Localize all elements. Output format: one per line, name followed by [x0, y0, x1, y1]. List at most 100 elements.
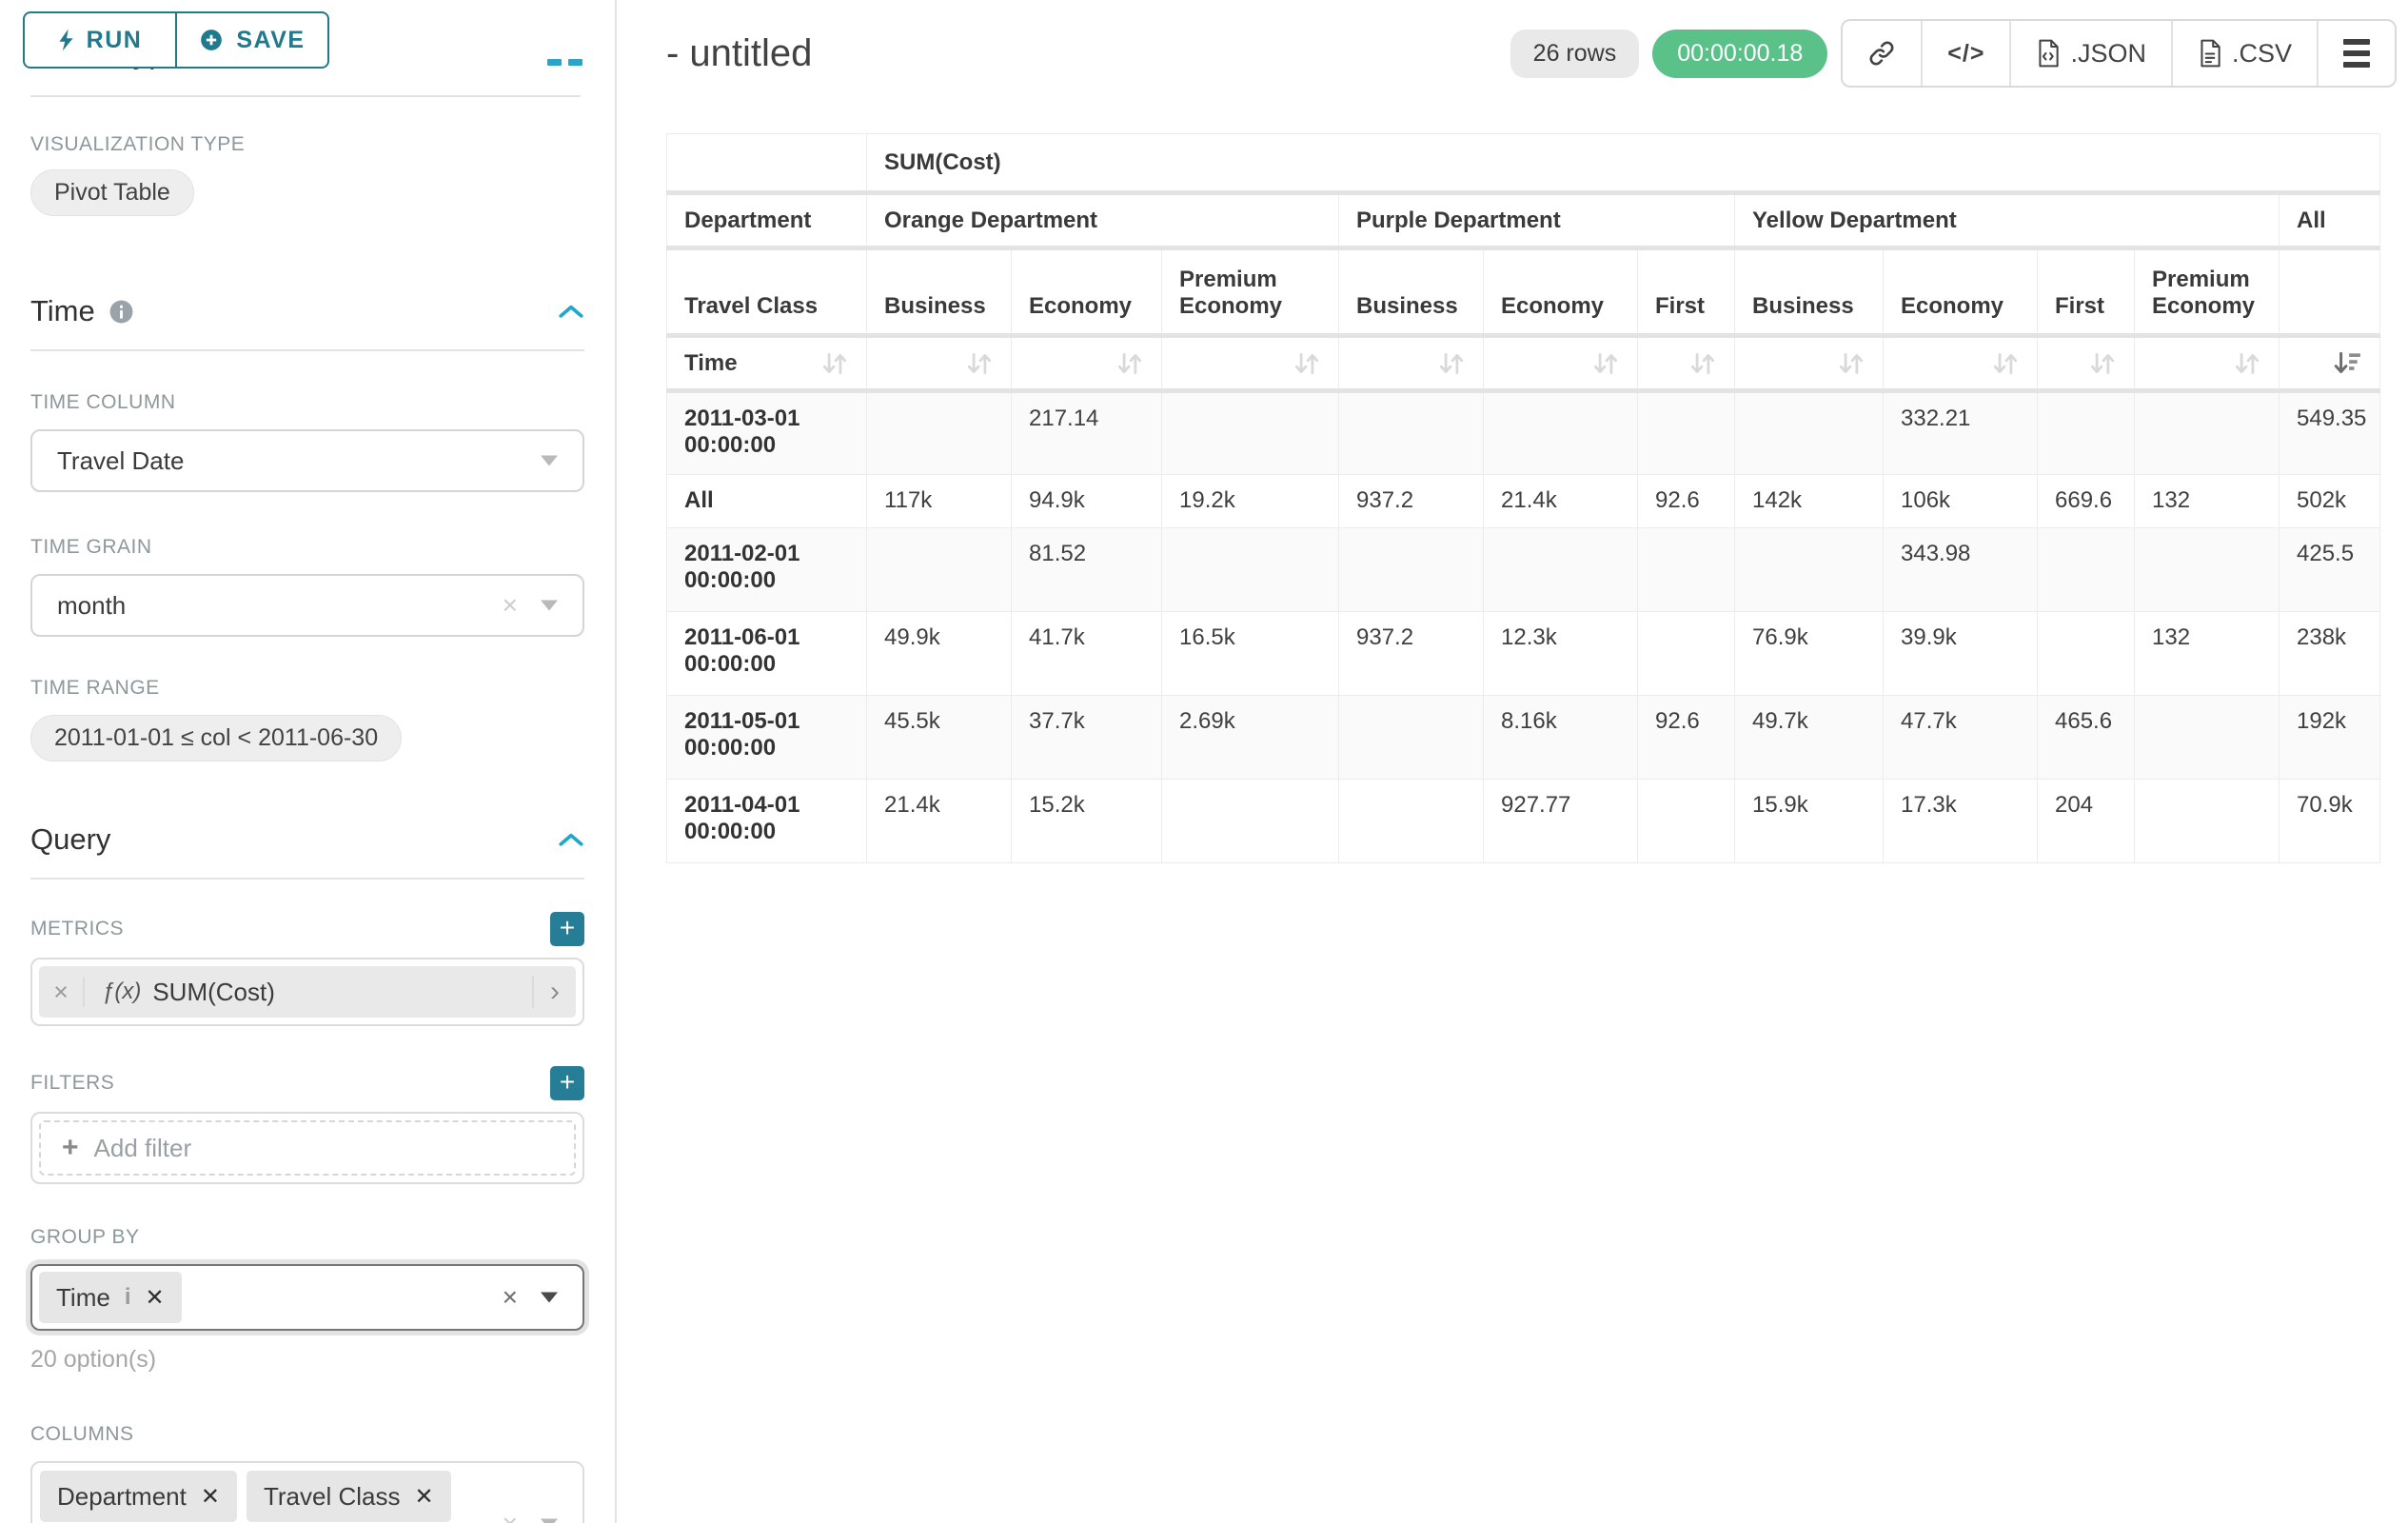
- class-header-cell: First: [1638, 248, 1735, 336]
- sort-icon[interactable]: [820, 350, 849, 377]
- chart-header: - untitled 26 rows 00:00:00.18 </> .JSON: [666, 19, 2408, 88]
- department-header-cell: All: [2280, 193, 2380, 248]
- pivot-cell: 81.52: [1012, 528, 1162, 612]
- pivot-cell: 217.14: [1012, 391, 1162, 475]
- remove-chip-icon[interactable]: ✕: [145, 1284, 164, 1312]
- pivot-row-label: 2011-06-01 00:00:00: [667, 612, 867, 696]
- class-header-cell: First: [2038, 248, 2135, 336]
- control-panel: Chart Type RUN SAVE VISUALIZATION TYPE P…: [0, 0, 617, 1523]
- sort-icon[interactable]: [965, 350, 994, 377]
- sort-icon[interactable]: [1688, 350, 1717, 377]
- class-header-cell: Business: [1339, 248, 1484, 336]
- query-section-title: Query: [30, 822, 110, 857]
- metric-chip[interactable]: × ƒ(x) SUM(Cost) ›: [39, 966, 576, 1018]
- sort-icon[interactable]: [1991, 350, 2020, 377]
- fx-icon: ƒ(x): [102, 979, 141, 1005]
- clear-icon[interactable]: ×: [503, 1511, 518, 1523]
- more-options-button[interactable]: [2317, 21, 2395, 86]
- pivot-row: 2011-05-01 00:00:0045.5k37.7k2.69k8.16k9…: [667, 696, 2380, 780]
- chevron-down-icon: [541, 601, 558, 611]
- class-header-cell: Premium Economy: [1162, 248, 1339, 336]
- chart-title[interactable]: - untitled: [666, 32, 812, 75]
- sort-icon[interactable]: [1591, 350, 1620, 377]
- add-metric-button[interactable]: +: [550, 912, 584, 946]
- clear-icon[interactable]: ×: [503, 592, 518, 619]
- pivot-cell: [1162, 780, 1339, 863]
- copy-link-button[interactable]: [1843, 21, 1921, 86]
- add-filter-dropzone[interactable]: + Add filter: [39, 1120, 576, 1176]
- expand-metric-icon[interactable]: ›: [532, 976, 576, 1008]
- filters-box: + Add filter: [30, 1112, 584, 1184]
- department-header-cell: Orange Department: [867, 193, 1339, 248]
- pivot-cell: [1638, 528, 1735, 612]
- superset-explore-view: Chart Type RUN SAVE VISUALIZATION TYPE P…: [0, 0, 2408, 1523]
- sort-icon[interactable]: [2088, 350, 2117, 377]
- columns-chip[interactable]: Travel Class ✕: [247, 1471, 451, 1522]
- info-icon: i: [125, 1284, 131, 1311]
- pivot-table-container: SUM(Cost)DepartmentOrange DepartmentPurp…: [666, 133, 2408, 863]
- pivot-cell: 19.2k: [1162, 475, 1339, 528]
- pivot-cell: [1339, 528, 1484, 612]
- link-icon: [1867, 39, 1896, 68]
- time-column-select[interactable]: Travel Date: [30, 429, 584, 492]
- remove-metric-icon[interactable]: ×: [39, 978, 85, 1007]
- menu-icon: [2343, 39, 2370, 68]
- run-button[interactable]: RUN: [25, 13, 175, 67]
- clipped-icon: [547, 59, 562, 66]
- pivot-cell: 47.7k: [1884, 696, 2038, 780]
- collapse-chevron-icon[interactable]: [558, 303, 584, 320]
- pivot-cell: 927.77: [1484, 780, 1638, 863]
- filters-label: FILTERS: [30, 1072, 114, 1095]
- pivot-cell: 669.6: [2038, 475, 2135, 528]
- columns-chip[interactable]: Department ✕: [40, 1471, 237, 1522]
- pivot-cell: 17.3k: [1884, 780, 2038, 863]
- column-sort-cell: [2280, 336, 2380, 391]
- metrics-label: METRICS: [30, 918, 124, 940]
- group-by-select[interactable]: Time i ✕ ×: [30, 1264, 584, 1331]
- collapse-chevron-icon[interactable]: [558, 831, 584, 848]
- viz-type-value[interactable]: Pivot Table: [30, 169, 194, 216]
- pivot-cell: [1162, 391, 1339, 475]
- column-sort-cell: [1162, 336, 1339, 391]
- department-header-cell: Purple Department: [1339, 193, 1735, 248]
- remove-chip-icon[interactable]: ✕: [414, 1483, 433, 1511]
- columns-select[interactable]: Department ✕ Travel Class ✕ ×: [30, 1461, 584, 1523]
- sort-icon[interactable]: [1115, 350, 1144, 377]
- lightning-icon: [58, 29, 74, 51]
- chevron-down-icon: [541, 1519, 558, 1523]
- sort-icon[interactable]: [2233, 350, 2261, 377]
- pivot-cell: 45.5k: [867, 696, 1012, 780]
- sort-desc-icon[interactable]: [2332, 350, 2362, 377]
- class-header-row: Travel ClassBusinessEconomyPremium Econo…: [667, 248, 2380, 336]
- clear-icon[interactable]: ×: [503, 1284, 518, 1311]
- export-csv-button[interactable]: .CSV: [2171, 21, 2317, 86]
- view-query-button[interactable]: </>: [1921, 21, 2009, 86]
- time-grain-select[interactable]: month ×: [30, 574, 584, 637]
- pivot-cell: 41.7k: [1012, 612, 1162, 696]
- time-section-title: Time: [30, 294, 95, 328]
- sort-icon[interactable]: [1437, 350, 1466, 377]
- time-range-value[interactable]: 2011-01-01 ≤ col < 2011-06-30: [30, 715, 402, 762]
- pivot-row-label: 2011-03-01 00:00:00: [667, 391, 867, 475]
- pivot-cell: 465.6: [2038, 696, 2135, 780]
- pivot-cell: [1638, 391, 1735, 475]
- query-section: Query METRICS + × ƒ(x) SUM(Cost): [30, 822, 584, 1523]
- remove-chip-icon[interactable]: ✕: [201, 1483, 220, 1511]
- plus-circle-icon: [199, 28, 224, 52]
- add-filter-button[interactable]: +: [550, 1066, 584, 1100]
- export-json-button[interactable]: .JSON: [2009, 21, 2171, 86]
- chart-area: - untitled 26 rows 00:00:00.18 </> .JSON: [617, 0, 2408, 1523]
- pivot-thead: SUM(Cost)DepartmentOrange DepartmentPurp…: [667, 134, 2380, 391]
- sort-icon[interactable]: [1293, 350, 1321, 377]
- pivot-cell: [2038, 528, 2135, 612]
- save-button[interactable]: SAVE: [175, 13, 327, 67]
- corner-cell: [667, 134, 867, 193]
- metrics-box: × ƒ(x) SUM(Cost) ›: [30, 958, 584, 1026]
- pivot-cell: 39.9k: [1884, 612, 2038, 696]
- pivot-row: 2011-02-01 00:00:0081.52343.98425.5: [667, 528, 2380, 612]
- column-sort-cell: [1339, 336, 1484, 391]
- sort-icon[interactable]: [1837, 350, 1865, 377]
- pivot-cell: 204: [2038, 780, 2135, 863]
- class-header-cell: Business: [867, 248, 1012, 336]
- group-by-chip[interactable]: Time i ✕: [39, 1272, 182, 1323]
